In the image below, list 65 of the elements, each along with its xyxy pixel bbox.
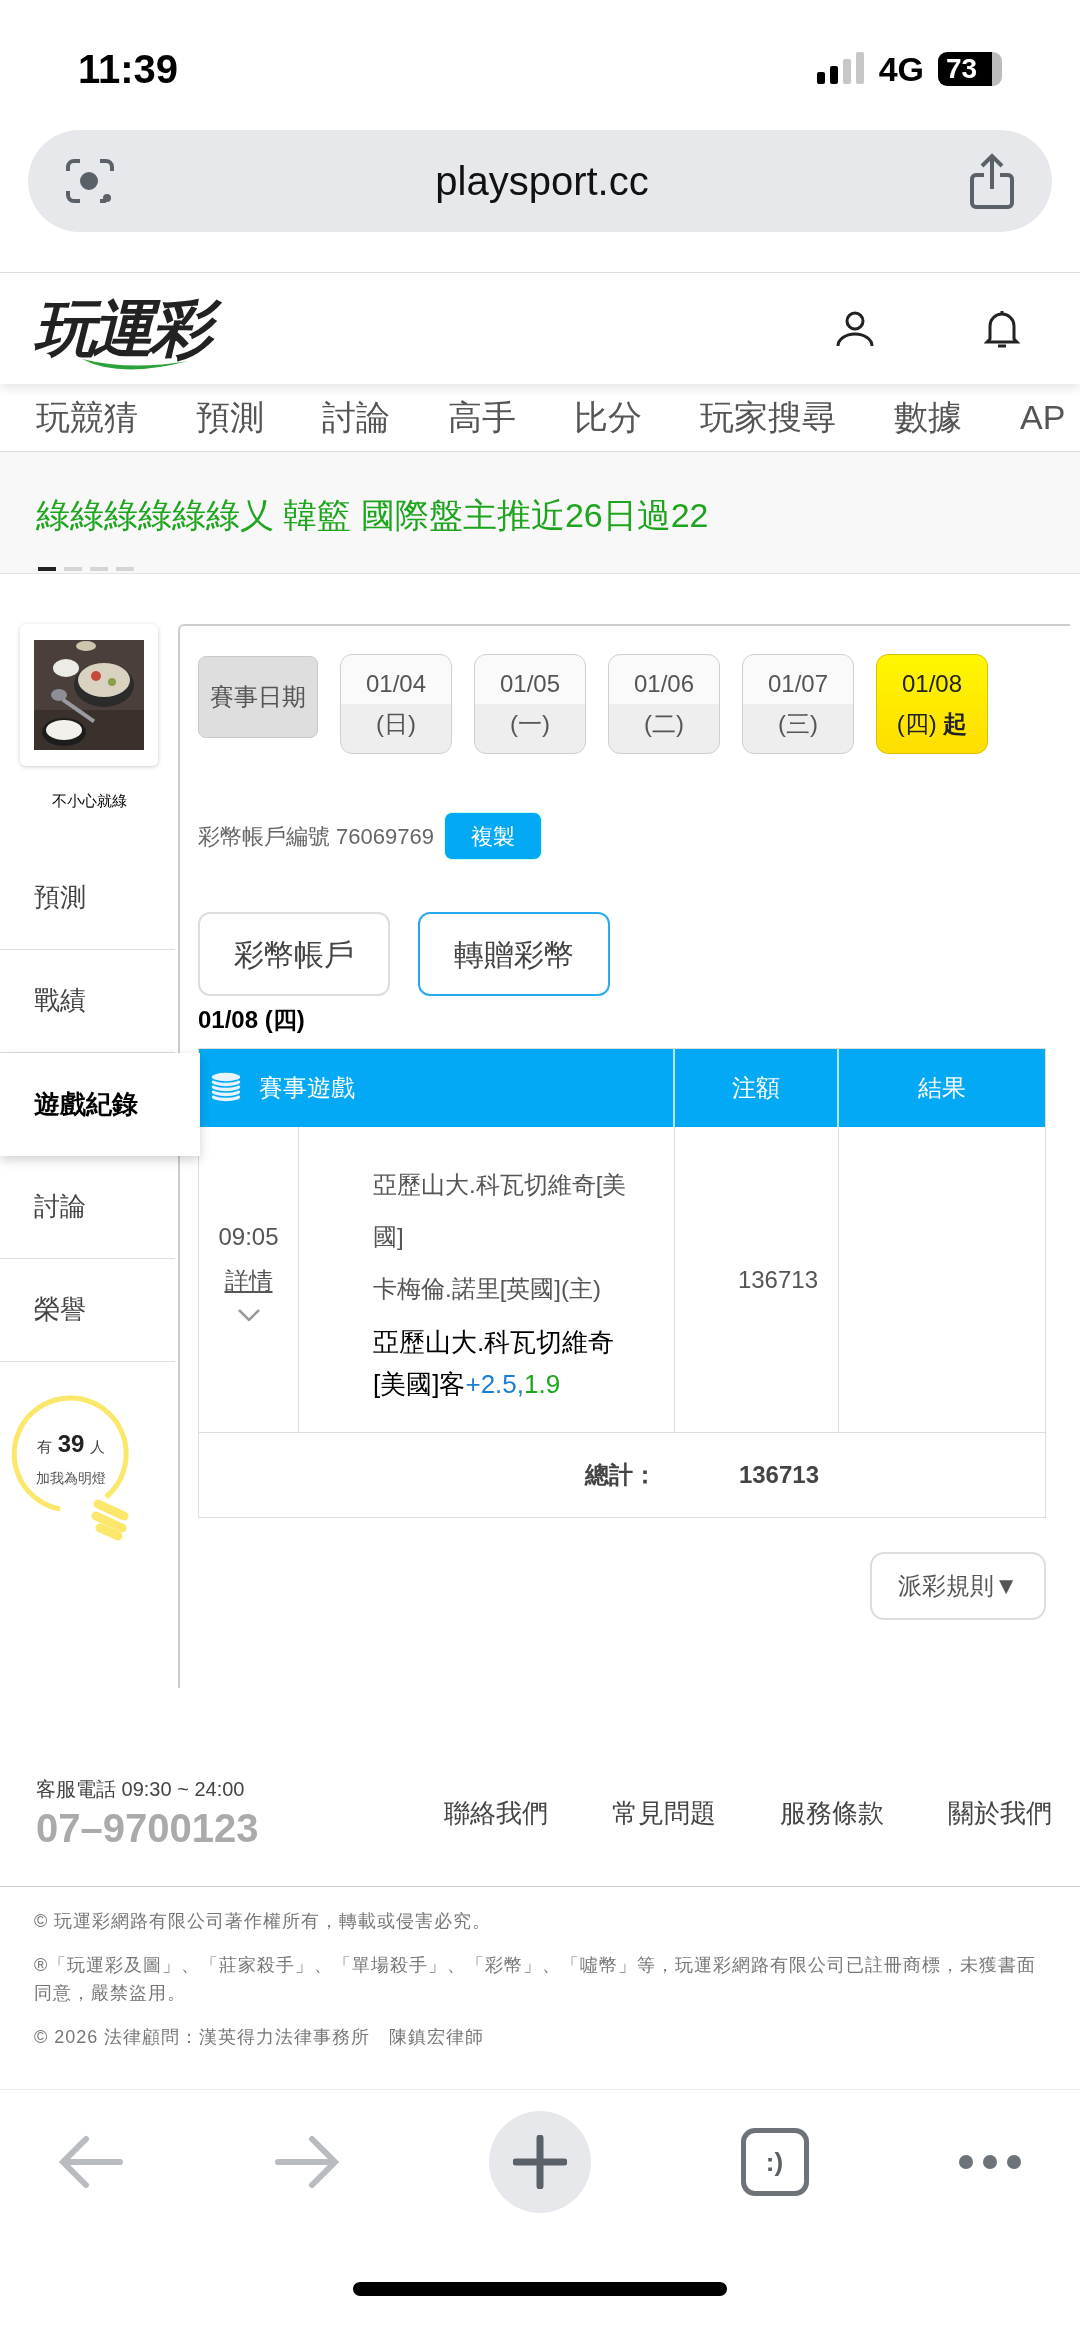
copyright-note: © 2026 法律顧問：漢英得力法律事務所 陳鎮宏律師 — [34, 2026, 486, 2049]
home-team: 卡梅倫.諾里[英國](主) — [373, 1274, 602, 1304]
sidebar-item[interactable]: 榮譽 — [0, 1258, 175, 1362]
account-tab[interactable]: 彩幣帳戶 — [198, 912, 390, 996]
date-heading: 01/08 (四) — [198, 1005, 306, 1035]
copyright-note: ®「玩運彩及圖」、「莊家殺手」、「單場殺手」、「彩幣」、「噓幣」等，玩運彩網路有限公司已註冊商標，未獲書面同意，嚴禁盜用。 — [34, 1954, 1038, 2005]
chevron-down-icon[interactable] — [237, 1309, 260, 1321]
sidebar-item[interactable]: 遊戲紀錄 — [0, 1052, 200, 1156]
battery-indicator: 73 — [938, 52, 1002, 86]
url-text: playsport.cc — [435, 158, 649, 205]
date-button[interactable]: 01/04 (日) — [340, 654, 452, 754]
total-amount: 136713 — [737, 1460, 820, 1490]
match-time: 09:05 — [218, 1222, 279, 1252]
footer-link[interactable]: 聯絡我們 — [444, 1793, 548, 1833]
column-header: 注額 — [675, 1049, 839, 1127]
avatar-card[interactable] — [20, 624, 158, 766]
address-bar[interactable]: playsport.cc — [28, 130, 1052, 232]
notification-bell-icon[interactable] — [984, 308, 1020, 349]
bet-pick: 亞歷山大.科瓦切維奇[美國]客+2.5,1.9 — [373, 1326, 616, 1401]
tabs-button[interactable]: :) — [740, 2128, 809, 2196]
fans-caption: 加我為明燈 — [36, 1468, 106, 1488]
payout-rules-button[interactable]: 派彩規則▼ — [870, 1552, 1046, 1620]
nav-link[interactable]: 預測 — [196, 392, 264, 443]
fans-prefix: 有 — [36, 1436, 52, 1457]
user-name: 不小心就綠 — [51, 791, 127, 811]
nav-link[interactable]: 比分 — [574, 392, 642, 443]
hotline-number: 07–9700123 — [36, 1805, 259, 1852]
copyright-note: © 玩運彩網路有限公司著作權所有，轉載或侵害必究。 — [34, 1910, 493, 1933]
more-icon[interactable] — [958, 2154, 1022, 2170]
column-title: 賽事遊戲 — [259, 1073, 355, 1103]
account-number: 彩幣帳戶編號 76069769 — [198, 822, 434, 851]
nav-link[interactable]: 玩家搜尋 — [700, 392, 836, 443]
account-tab[interactable]: 轉贈彩幣 — [418, 912, 610, 996]
away-team: 亞歷山大.科瓦切維奇[美國] — [373, 1170, 628, 1252]
date-filter-label: 賽事日期 — [198, 656, 318, 738]
date-button[interactable]: 01/08 (四) 起 — [876, 654, 988, 754]
nav-link[interactable]: 數據 — [894, 392, 962, 443]
sidebar-item[interactable]: 預測 — [0, 846, 175, 950]
nav-link[interactable]: 玩競猜 — [36, 392, 138, 443]
date-button[interactable]: 01/07 (三) — [742, 654, 854, 754]
date-button[interactable]: 01/05 (一) — [474, 654, 586, 754]
nav-link[interactable]: 高手 — [448, 392, 516, 443]
sidebar-item[interactable]: 戰績 — [0, 949, 175, 1053]
network-label: 4G — [878, 48, 924, 90]
detail-link[interactable]: 詳情 — [224, 1263, 273, 1299]
bet-amount: 136713 — [737, 1264, 818, 1295]
sidebar-item[interactable]: 討論 — [0, 1155, 175, 1259]
date-button[interactable]: 01/06 (二) — [608, 654, 720, 754]
fans-count: 39 — [57, 1428, 85, 1459]
plus-icon — [513, 2135, 567, 2189]
user-icon[interactable] — [836, 309, 874, 348]
coins-icon — [209, 1071, 243, 1105]
footer-link[interactable]: 服務條款 — [780, 1793, 884, 1833]
nav-link[interactable]: AP — [1020, 392, 1066, 443]
column-header: 結果 — [917, 1073, 967, 1103]
footer-link[interactable]: 常見問題 — [612, 1793, 716, 1833]
signal-icon — [816, 52, 865, 86]
fans-suffix: 人 — [90, 1436, 106, 1457]
clock: 11:39 — [78, 46, 179, 93]
nav-link[interactable]: 討論 — [322, 392, 390, 443]
share-icon[interactable] — [968, 153, 1016, 209]
hotline-hours: 客服電話 09:30 ~ 24:00 — [36, 1777, 246, 1802]
footer-link[interactable]: 關於我們 — [948, 1793, 1052, 1833]
site-logo[interactable]: 玩運彩 — [30, 290, 222, 367]
total-label: 總計： — [583, 1460, 658, 1490]
